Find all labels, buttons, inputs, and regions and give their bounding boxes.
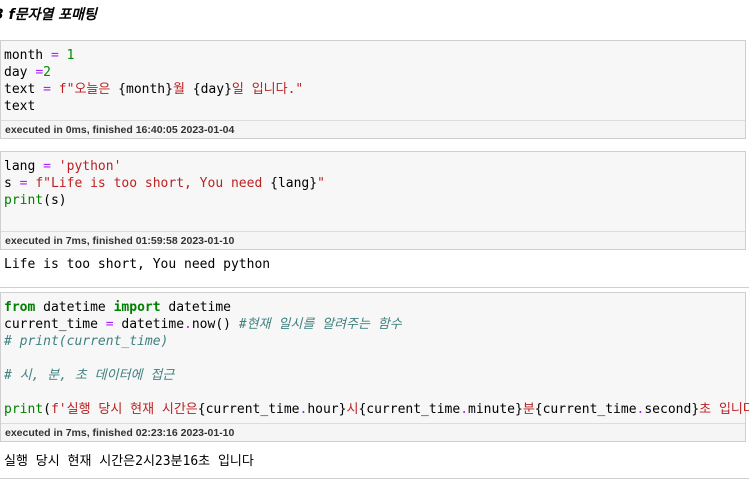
cell-divider — [0, 287, 749, 288]
code-token: from — [4, 300, 36, 315]
code-line: day =2 — [4, 64, 745, 81]
code-token: {current_time — [197, 402, 300, 417]
code-token: print — [4, 193, 44, 208]
section-heading: 3 f문자열 포매팅 — [0, 4, 97, 24]
code-line: text = f"오늘은 {month}월 {day}일 입니다." — [4, 81, 745, 98]
code-editor[interactable]: lang = 'python' s = f"Life is too short, … — [1, 152, 745, 209]
code-token: 초 입니다' — [699, 402, 749, 417]
execution-info: executed in 7ms, finished 01:59:58 2023-… — [1, 231, 745, 249]
code-token: datetime — [35, 300, 114, 315]
code-token: datetime — [113, 317, 185, 332]
code-token: . — [460, 402, 469, 417]
code-token: print — [4, 402, 44, 417]
code-token: text — [4, 82, 44, 97]
section-title: f문자열 포매팅 — [8, 7, 97, 23]
code-editor[interactable]: month = 1 day =2 text = f"오늘은 {month}월 {da… — [1, 41, 745, 115]
code-token: 분 — [522, 402, 535, 417]
code-cell-3[interactable]: from datetime import datetime current_tim… — [0, 292, 749, 442]
code-token: " — [317, 176, 325, 191]
cell-divider — [0, 478, 749, 479]
code-token: {current_time — [534, 402, 637, 417]
code-token: . — [184, 317, 192, 332]
code-token: text — [4, 99, 36, 114]
code-token: second} — [644, 402, 700, 417]
code-token: f"Life is too short, You need — [35, 176, 271, 191]
code-token: current_time — [4, 317, 106, 332]
code-line: from datetime import datetime — [4, 299, 745, 316]
code-token: = — [43, 159, 51, 174]
code-line: print(f'실행 당시 현재 시간은{current_time.hour}시… — [4, 401, 749, 418]
section-number: 3 — [0, 7, 4, 23]
code-line: text — [4, 98, 745, 115]
code-token: 'python' — [58, 159, 122, 174]
code-line: lang = 'python' — [4, 158, 745, 175]
cell-output: 실행 당시 현재 시간은2시23분16초 입니다 — [4, 454, 254, 469]
code-line: month = 1 — [4, 47, 745, 64]
cell-output: Life is too short, You need python — [4, 257, 271, 272]
code-line: # 시, 분, 초 데이터에 접근 — [4, 367, 745, 384]
code-token: # 시, 분, 초 데이터에 접근 — [4, 368, 175, 383]
code-token: day — [4, 65, 36, 80]
code-token: = — [35, 65, 44, 80]
code-editor[interactable]: from datetime import datetime current_tim… — [1, 293, 749, 418]
code-token: = — [50, 48, 59, 63]
code-token: = — [105, 317, 114, 332]
code-token: 1 — [66, 48, 75, 63]
code-token: s — [4, 176, 20, 191]
code-token: minute} — [468, 402, 523, 417]
code-token: {month} — [118, 82, 173, 97]
code-line: # print(current_time) — [4, 333, 745, 350]
code-token: hour} — [307, 402, 347, 417]
code-token: import — [113, 300, 161, 315]
code-cell-2[interactable]: lang = 'python' s = f"Life is too short, … — [0, 151, 746, 250]
code-token: 시 — [346, 402, 359, 417]
code-token: now() — [191, 317, 239, 332]
code-token: f"오늘은 — [58, 82, 119, 97]
code-token: = — [43, 82, 51, 97]
code-token: f'실행 당시 현재 시간은 — [50, 402, 198, 417]
code-token: # print(current_time) — [4, 334, 169, 349]
execution-info: executed in 7ms, finished 02:23:16 2023-… — [1, 423, 745, 441]
code-token: lang — [4, 159, 44, 174]
code-cell-1[interactable]: month = 1 day =2 text = f"오늘은 {month}월 {da… — [0, 40, 746, 139]
execution-info: executed in 0ms, finished 16:40:05 2023-… — [1, 120, 745, 138]
code-line: print(s) — [4, 192, 745, 209]
code-token: {day} — [192, 82, 232, 97]
code-token: 2 — [43, 65, 51, 80]
code-token: (s) — [43, 193, 67, 208]
code-token: month — [4, 48, 51, 63]
code-token: ( — [43, 402, 51, 417]
code-line: current_time = datetime.now() #현재 일시를 알려… — [4, 316, 745, 333]
code-token: datetime — [160, 300, 232, 315]
code-token: 월 — [172, 82, 193, 97]
code-token: #현재 일시를 알려주는 함수 — [238, 317, 402, 332]
code-line: s = f"Life is too short, You need {lang}… — [4, 175, 745, 192]
code-token: 일 입니다." — [231, 82, 304, 97]
code-token: {lang} — [270, 176, 318, 191]
code-token: {current_time — [358, 402, 461, 417]
